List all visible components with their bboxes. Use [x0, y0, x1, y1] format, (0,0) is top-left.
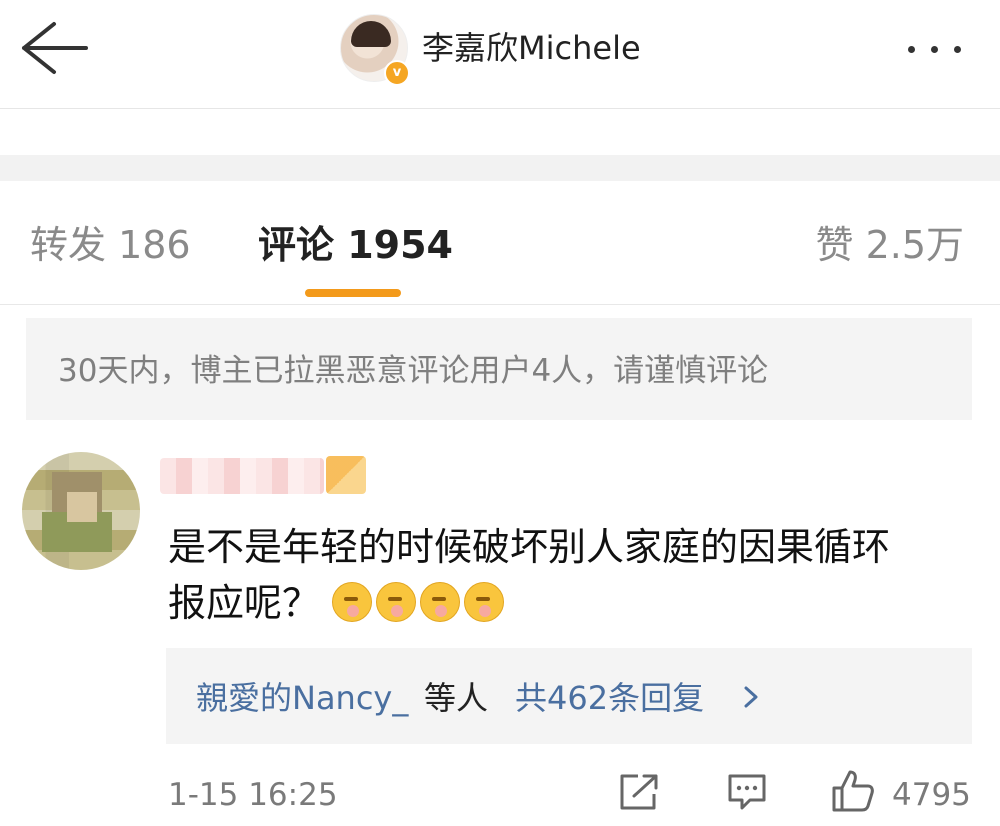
shush-emoji-icon	[376, 582, 417, 622]
section-divider	[0, 155, 1000, 181]
tabs-divider	[0, 304, 1000, 305]
tab-comments[interactable]: 评论 1954	[258, 220, 453, 270]
like-icon[interactable]	[830, 768, 876, 814]
reply-count-link[interactable]: 共462条回复	[515, 676, 704, 720]
commenter-avatar[interactable]	[22, 452, 140, 570]
comment-timestamp: 1-15 16:25	[168, 777, 338, 813]
verified-icon: v	[384, 60, 410, 86]
chevron-right-icon[interactable]	[740, 682, 762, 712]
content-spacer	[0, 109, 1000, 155]
tab-forward[interactable]: 转发 186	[30, 220, 191, 270]
tab-likes[interactable]: 赞 2.5万	[815, 220, 964, 270]
back-arrow-icon[interactable]	[18, 18, 90, 78]
active-tab-indicator	[305, 289, 401, 297]
reply-suffix: 等人	[424, 679, 489, 717]
author-name[interactable]: 李嘉欣Michele	[422, 26, 641, 70]
more-icon[interactable]	[908, 38, 980, 58]
reply-usernames[interactable]: 親愛的Nancy_	[196, 676, 408, 720]
commenter-name-blurred[interactable]	[160, 458, 324, 494]
share-icon[interactable]	[618, 772, 660, 812]
comment-text-continued: 报应呢？	[168, 576, 508, 630]
like-count: 4795	[892, 777, 971, 813]
comment-text: 是不是年轻的时候破坏别人家庭的因果循环	[168, 525, 891, 569]
shush-emoji-icon	[464, 582, 505, 622]
notice-text: 30天内，博主已拉黑恶意评论用户4人，请谨慎评论	[58, 353, 769, 389]
shush-emoji-icon	[420, 582, 461, 622]
comment-icon[interactable]	[726, 772, 768, 812]
user-badge-icon	[326, 456, 366, 494]
shush-emoji-icon	[332, 582, 373, 622]
comment-text-end: 报应呢？	[168, 581, 321, 625]
